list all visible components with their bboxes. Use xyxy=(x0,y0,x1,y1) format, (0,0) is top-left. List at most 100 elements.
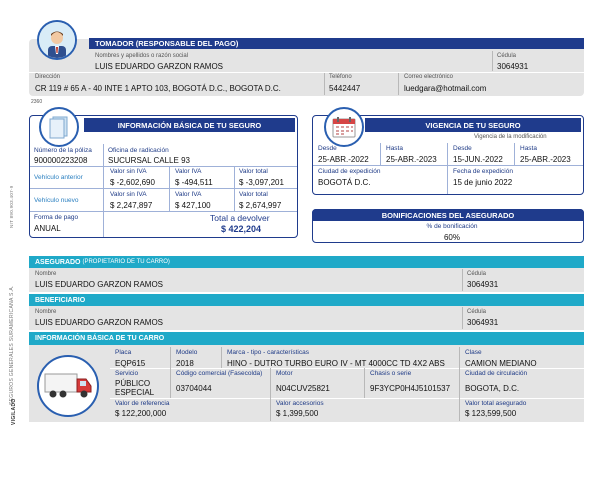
servicio-label: Servicio xyxy=(115,370,139,377)
document-icon xyxy=(39,107,79,147)
total-devolver-value: $ 422,204 xyxy=(221,224,262,234)
accesorios-label: Valor accesorios xyxy=(276,400,324,407)
vig-divider-4 xyxy=(447,165,448,194)
mod-desde-label: Desde xyxy=(453,145,472,152)
tomador-separator xyxy=(29,72,584,73)
nuevo-iva-label: Valor IVA xyxy=(175,191,202,198)
vig-divider-1 xyxy=(380,143,381,165)
vigencia-hasta-label: Hasta xyxy=(386,145,403,152)
forma-pago-label: Forma de pago xyxy=(34,214,79,221)
vig-hline-1 xyxy=(313,165,583,166)
ciudad-circ-value: BOGOTA, D.C. xyxy=(465,384,520,393)
placa-label: Placa xyxy=(115,349,132,356)
tomador-direccion: CR 119 # 65 A - 40 INTE 1 APTO 103, BOGO… xyxy=(35,84,281,93)
carro-vdiv-3 xyxy=(459,347,460,368)
nuevo-sin-iva: $ 2,247,897 xyxy=(110,201,153,210)
chasis-value: 9F3YCP0H4J5101537 xyxy=(370,384,451,393)
mod-hasta-label: Hasta xyxy=(520,145,537,152)
nuevo-total-label: Valor total xyxy=(239,191,268,198)
tomador-tel-divider xyxy=(324,73,325,95)
tomador-cedula: 3064931 xyxy=(497,62,529,71)
placa-value: EQP615 xyxy=(115,359,146,368)
vig-ciudad-label: Ciudad de expedición xyxy=(318,168,381,175)
anterior-label: Vehículo anterior xyxy=(34,174,83,181)
vigencia-desde: 25-ABR.-2022 xyxy=(318,155,369,164)
poliza-label: Número de la póliza xyxy=(34,147,92,154)
info-basica-header: INFORMACIÓN BÁSICA DE TU SEGURO xyxy=(84,118,295,132)
carro-vdiv-8 xyxy=(270,398,271,421)
carro-vdiv-5 xyxy=(270,368,271,398)
chasis-label: Chasis o serie xyxy=(370,370,412,377)
info-hline-3 xyxy=(30,211,297,212)
beneficiario-header: BENEFICIARIO xyxy=(29,294,584,306)
asegurado-header-title: ASEGURADO xyxy=(35,258,81,266)
anterior-total-label: Valor total xyxy=(239,168,268,175)
ciudad-circ-label: Ciudad de circulación xyxy=(465,370,528,377)
vigencia-hasta: 25-ABR.-2023 xyxy=(386,155,437,164)
carro-vdiv-6 xyxy=(364,368,365,398)
tomador-telefono: 5442447 xyxy=(329,84,361,93)
asegurado-nombre: LUIS EDUARDO GARZON RAMOS xyxy=(35,280,164,289)
calendar-icon xyxy=(324,107,364,147)
accesorios-value: $ 1,399,500 xyxy=(276,409,319,418)
codigo-label: Código comercial (Fasecolda) xyxy=(176,370,263,377)
anterior-sin-iva: $ -2,602,690 xyxy=(110,178,155,187)
bonificacion-pct: 60% xyxy=(443,233,460,242)
anterior-iva: $ -494,511 xyxy=(175,178,213,187)
clase-label: Clase xyxy=(465,349,482,356)
marca-label: Marca - tipo - características xyxy=(227,349,309,356)
mod-hasta: 25-ABR.-2023 xyxy=(520,155,571,164)
info-divider-1 xyxy=(103,144,104,166)
asegurado-cedula-label: Cédula xyxy=(467,271,487,277)
asegurado-nombre-label: Nombre xyxy=(35,271,57,277)
carro-vdiv-1 xyxy=(170,347,171,368)
motor-label: Motor xyxy=(276,370,293,377)
asegurado-divider xyxy=(462,269,463,291)
anterior-iva-label: Valor IVA xyxy=(175,168,202,175)
vig-fecha: 15 de junio 2022 xyxy=(453,178,513,187)
tomador-header: TOMADOR (RESPONSABLE DEL PAGO) xyxy=(89,38,584,49)
vig-fecha-label: Fecha de expedición xyxy=(453,168,513,175)
modelo-value: 2018 xyxy=(176,359,194,368)
nuevo-total: $ 2,674,997 xyxy=(239,201,282,210)
tomador-direccion-label: Dirección xyxy=(35,74,61,80)
modelo-label: Modelo xyxy=(176,349,198,356)
side-stamp-text: VIGILADO xyxy=(11,398,17,425)
asegurado-header: ASEGURADO (PROPIETARIO DE TU CARRO) xyxy=(29,256,584,268)
mod-desde: 15-JUN.-2022 xyxy=(453,155,503,164)
info-hline-1 xyxy=(30,166,297,167)
tomador-nombre: LUIS EDUARDO GARZON RAMOS xyxy=(95,62,224,71)
anterior-total: $ -3,097,201 xyxy=(239,178,284,187)
total-devolver-label: Total a devolver xyxy=(210,213,270,223)
carro-header: INFORMACIÓN BÁSICA DE TU CARRO xyxy=(29,332,584,345)
carro-vdiv-2 xyxy=(221,347,222,368)
side-nit-text: NIT 890.903.407-9 xyxy=(9,185,14,228)
tomador-nombre-label: Nombres y apellidos o razón social xyxy=(95,53,189,59)
info-hline-2 xyxy=(30,188,297,189)
servicio-value-1: PÚBLICO xyxy=(115,379,151,388)
carro-vdiv-7 xyxy=(459,368,460,398)
clase-value: CAMION MEDIANO xyxy=(465,359,537,368)
oficina-label: Oficina de radicación xyxy=(108,147,169,154)
nuevo-sin-iva-label: Valor sin IVA xyxy=(110,191,147,198)
valor-total-value: $ 123,599,500 xyxy=(465,409,517,418)
tomador-correo-divider xyxy=(398,73,399,95)
poliza-value: 900000223208 xyxy=(34,156,88,165)
vigencia-desde-label: Desde xyxy=(318,145,337,152)
vig-ciudad: BOGOTÁ D.C. xyxy=(318,178,371,187)
beneficiario-cedula: 3064931 xyxy=(467,318,499,327)
carro-vdiv-9 xyxy=(459,398,460,421)
nuevo-iva: $ 427,100 xyxy=(175,201,211,210)
anterior-sin-iva-label: Valor sin IVA xyxy=(110,168,147,175)
nuevo-label: Vehículo nuevo xyxy=(34,197,79,204)
vig-divider-3 xyxy=(514,143,515,165)
bonificaciones-header: BONIFICACIONES DEL ASEGURADO xyxy=(312,209,584,221)
tomador-correo: luedgara@hotmail.com xyxy=(404,84,487,93)
beneficiario-divider xyxy=(462,307,463,329)
carro-vdiv-4 xyxy=(170,368,171,398)
carro-hline-2 xyxy=(110,398,584,399)
truck-icon xyxy=(37,355,99,417)
modificacion-label: Vigencia de la modificación xyxy=(474,134,547,140)
vig-divider-2 xyxy=(447,143,448,165)
asegurado-cedula: 3064931 xyxy=(467,280,499,289)
